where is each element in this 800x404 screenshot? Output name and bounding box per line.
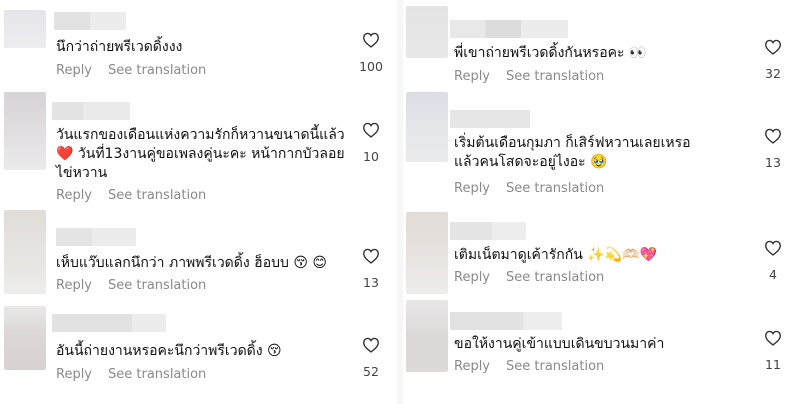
comment-text: เห็บแว๊บแลกนึกว่า ภาพพรีเวดดิ้ง ฮ็อบบ 😚 … (56, 255, 327, 271)
see-translation-link[interactable]: See translation (506, 181, 604, 196)
comment-item: เห็บแว๊บแลกนึกว่า ภาพพรีเวดดิ้ง ฮ็อบบ 😚 … (0, 206, 396, 306)
comment-actions: Reply See translation (56, 188, 206, 203)
username-blurred[interactable] (52, 102, 130, 120)
comment-item: นึกว่าถ่ายพรีเวดดิ้งงง Reply See transla… (0, 0, 396, 88)
see-translation-link[interactable]: See translation (506, 270, 604, 285)
heart-outline-icon (765, 240, 781, 256)
reply-button[interactable]: Reply (454, 181, 490, 196)
comment-text: พี่เขาถ่ายพรีเวดดิ้งกันหรอคะ 👀 (454, 45, 647, 61)
username-blurred[interactable] (56, 228, 136, 246)
avatar[interactable] (406, 92, 448, 162)
reply-button[interactable]: Reply (454, 270, 490, 285)
like-count: 11 (765, 357, 781, 372)
like-button[interactable]: 13 (355, 248, 387, 290)
avatar[interactable] (4, 306, 46, 370)
comment-text: ขอให้งานคู่เข้าแบบเดินขบวนมาค่า (454, 336, 665, 352)
like-button[interactable]: 100 (355, 32, 387, 74)
like-count: 52 (363, 364, 379, 379)
username-blurred[interactable] (450, 222, 526, 240)
comment-item: อันนี้ถ่ายงานหรอคะนึกว่าพรีเวดดิ้ง 😚 Rep… (0, 306, 396, 404)
comment-item: เริ่มต้นเดือนกุมภา ก็เสิร์ฟหวานเลยเหรอ แ… (404, 92, 800, 204)
avatar[interactable] (4, 92, 46, 170)
username-blurred[interactable] (450, 20, 568, 38)
heart-outline-icon (363, 32, 379, 48)
comments-column-right: พี่เขาถ่ายพรีเวดดิ้งกันหรอคะ 👀 Reply See… (404, 0, 800, 404)
see-translation-link[interactable]: See translation (108, 188, 206, 203)
comment-actions: Reply See translation (56, 63, 206, 78)
username-blurred[interactable] (450, 312, 562, 330)
comment-item: เติมเน็ตมาดูเค้ารักกัน ✨💫🫶🏻💖 Reply See t… (404, 204, 800, 300)
heart-outline-icon (765, 128, 781, 144)
comment-item: วันแรกของเดือนแห่งความรักก็หวานขนาดนี้แล… (0, 88, 396, 206)
comment-text: วันแรกของเดือนแห่งความรักก็หวานขนาดนี้แล… (56, 127, 345, 181)
comment-text: เติมเน็ตมาดูเค้ารักกัน ✨💫🫶🏻💖 (454, 247, 657, 263)
comment-actions: Reply See translation (454, 69, 604, 84)
heart-outline-icon (363, 248, 379, 264)
comment-actions: Reply See translation (454, 181, 604, 196)
avatar[interactable] (4, 210, 46, 294)
reply-button[interactable]: Reply (56, 367, 92, 382)
heart-outline-icon (765, 39, 781, 55)
like-count: 13 (363, 275, 379, 290)
like-button[interactable]: 32 (757, 39, 789, 81)
comments-column-left: นึกว่าถ่ายพรีเวดดิ้งงง Reply See transla… (0, 0, 396, 404)
like-button[interactable]: 11 (757, 330, 789, 372)
comment-item: พี่เขาถ่ายพรีเวดดิ้งกันหรอคะ 👀 Reply See… (404, 0, 800, 92)
like-button[interactable]: 13 (757, 128, 789, 170)
see-translation-link[interactable]: See translation (506, 359, 604, 374)
comment-actions: Reply See translation (56, 278, 206, 293)
comment-item: ขอให้งานคู่เข้าแบบเดินขบวนมาค่า Reply Se… (404, 300, 800, 404)
like-button[interactable]: 10 (355, 122, 387, 164)
reply-button[interactable]: Reply (56, 63, 92, 78)
see-translation-link[interactable]: See translation (108, 278, 206, 293)
username-blurred[interactable] (450, 110, 530, 128)
comment-text: เริ่มต้นเดือนกุมภา ก็เสิร์ฟหวานเลยเหรอ แ… (454, 135, 691, 170)
reply-button[interactable]: Reply (56, 188, 92, 203)
reply-button[interactable]: Reply (454, 359, 490, 374)
like-count: 10 (363, 149, 379, 164)
like-count: 100 (359, 59, 383, 74)
username-blurred[interactable] (54, 12, 126, 30)
comment-actions: Reply See translation (56, 367, 206, 382)
heart-outline-icon (765, 330, 781, 346)
avatar[interactable] (4, 10, 46, 48)
avatar[interactable] (406, 6, 448, 58)
avatar[interactable] (406, 300, 448, 372)
like-count: 13 (765, 155, 781, 170)
comment-actions: Reply See translation (454, 359, 604, 374)
like-button[interactable]: 52 (355, 337, 387, 379)
comment-text: นึกว่าถ่ายพรีเวดดิ้งงง (56, 39, 183, 55)
like-button[interactable]: 4 (757, 240, 789, 282)
comment-text: อันนี้ถ่ายงานหรอคะนึกว่าพรีเวดดิ้ง 😚 (56, 343, 282, 359)
avatar[interactable] (406, 212, 448, 294)
see-translation-link[interactable]: See translation (108, 63, 206, 78)
comment-actions: Reply See translation (454, 270, 604, 285)
see-translation-link[interactable]: See translation (506, 69, 604, 84)
see-translation-link[interactable]: See translation (108, 367, 206, 382)
like-count: 4 (769, 267, 777, 282)
column-divider (397, 0, 403, 404)
username-blurred[interactable] (52, 314, 166, 332)
reply-button[interactable]: Reply (56, 278, 92, 293)
heart-outline-icon (363, 122, 379, 138)
reply-button[interactable]: Reply (454, 69, 490, 84)
heart-outline-icon (363, 337, 379, 353)
like-count: 32 (765, 66, 781, 81)
